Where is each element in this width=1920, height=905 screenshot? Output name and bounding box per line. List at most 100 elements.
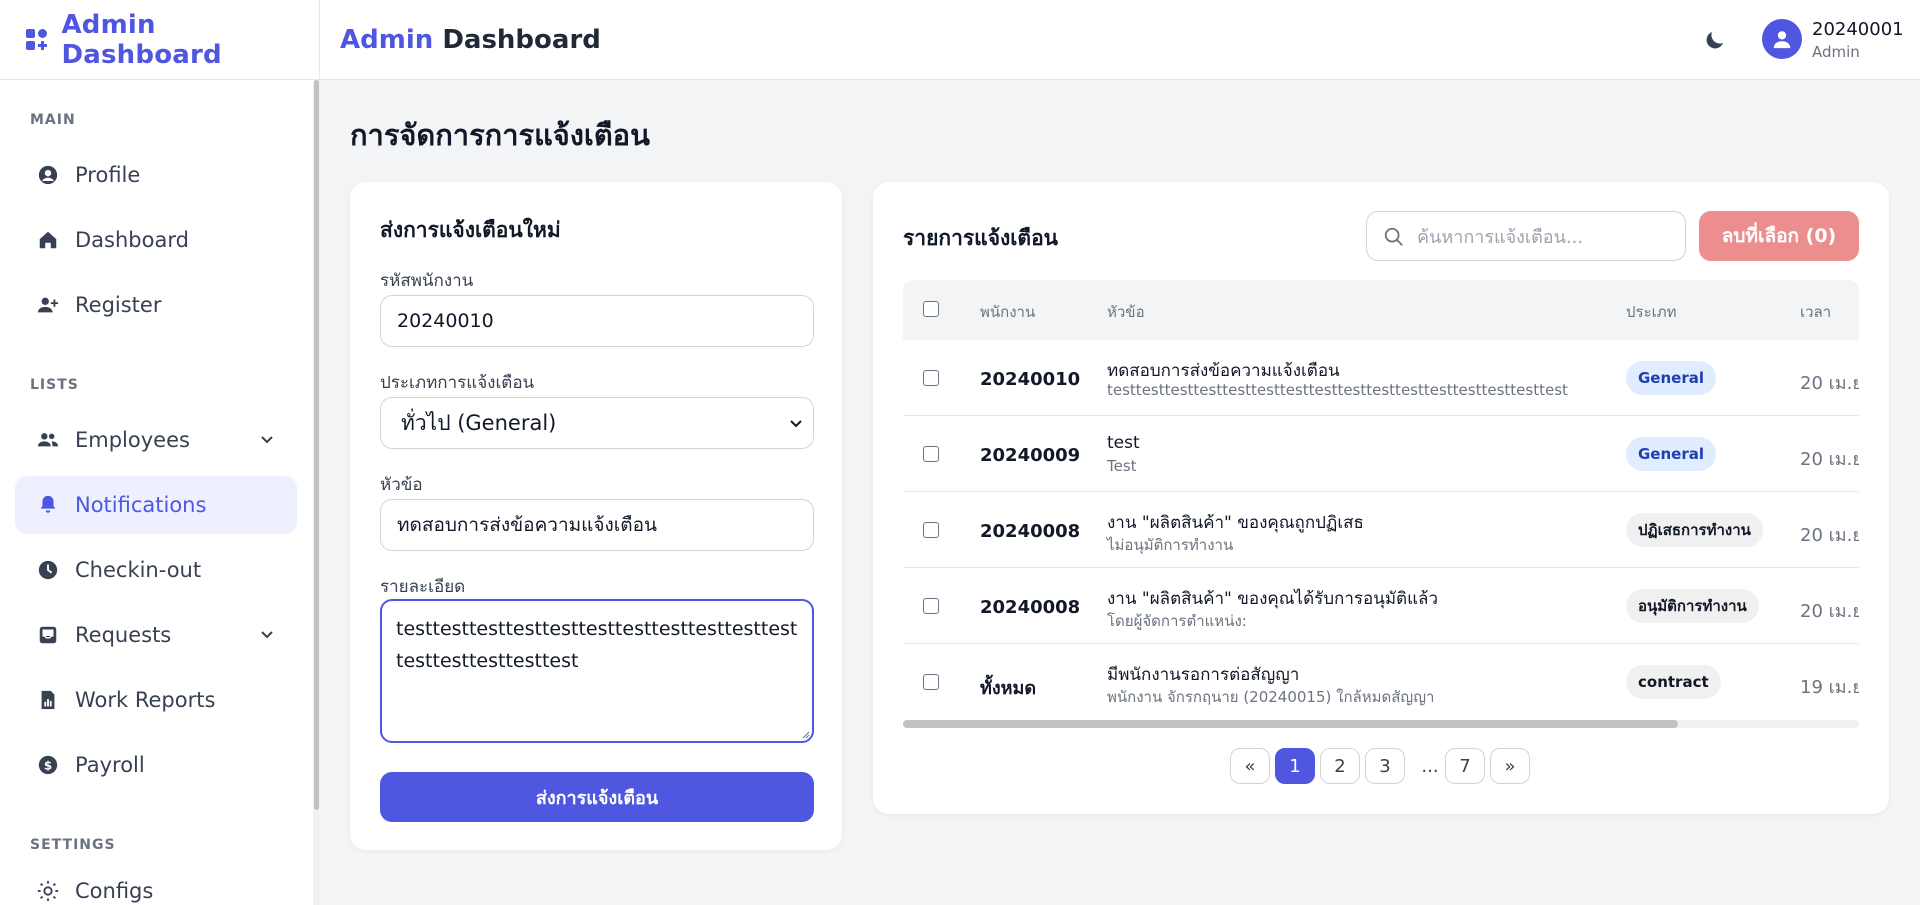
clock-icon xyxy=(37,559,59,581)
row-time: 20 เม.ย. xyxy=(1800,601,1859,622)
type-badge: ปฏิเสธการทำงาน xyxy=(1626,513,1763,547)
subject-input[interactable]: ทดสอบการส่งข้อความแจ้งเตือน xyxy=(380,499,814,551)
table-header: พนักงาน หัวข้อ ประเภท เวลา xyxy=(903,280,1859,340)
svg-text:$: $ xyxy=(44,759,52,773)
search-input[interactable]: ค้นหาการแจ้งเตือน... xyxy=(1366,211,1686,261)
row-employee: 20240008 xyxy=(980,521,1081,542)
dollar-icon: $ xyxy=(37,754,59,776)
sidebar-item-label: Notifications xyxy=(75,493,207,517)
notification-table: พนักงาน หัวข้อ ประเภท เวลา 20240010 ทดสอ… xyxy=(903,280,1859,710)
sidebar-item-register[interactable]: Register xyxy=(15,276,297,334)
type-badge: อนุมัติการทำงาน xyxy=(1626,589,1759,623)
sidebar-scrollbar[interactable] xyxy=(313,80,320,905)
sidebar-item-label: Requests xyxy=(75,623,172,647)
form-title: ส่งการแจ้งเตือนใหม่ xyxy=(380,218,561,242)
user-circle-icon xyxy=(37,164,59,186)
row-detail: โดยผู้จัดการตำแหน่ง: xyxy=(1107,612,1247,630)
sidebar-item-requests[interactable]: Requests xyxy=(15,606,297,664)
detail-textarea[interactable]: testtesttesttesttesttesttesttesttesttest… xyxy=(380,599,814,743)
row-checkbox[interactable] xyxy=(923,522,939,538)
scrollbar-thumb[interactable] xyxy=(314,80,319,810)
sidebar-item-work-reports[interactable]: Work Reports xyxy=(15,671,297,729)
column-header-type: ประเภท xyxy=(1626,303,1677,321)
inbox-icon xyxy=(37,624,59,646)
pagination-next-button[interactable]: » xyxy=(1490,748,1530,784)
home-icon xyxy=(37,229,59,251)
brand-title: Admin Dashboard xyxy=(61,9,222,70)
user-id: 20240001 xyxy=(1812,19,1904,40)
user-role: Admin xyxy=(1812,43,1860,61)
row-checkbox[interactable] xyxy=(923,370,939,386)
chevron-down-icon xyxy=(261,436,273,444)
row-employee: 20240009 xyxy=(980,445,1081,466)
notification-type-value: ทั่วไป (General) xyxy=(401,410,557,435)
notification-type-select[interactable]: ทั่วไป (General) xyxy=(380,397,814,449)
sidebar-item-profile[interactable]: Profile xyxy=(15,146,297,204)
row-detail: ไม่อนุมัติการทำงาน xyxy=(1107,536,1234,554)
row-checkbox[interactable] xyxy=(923,446,939,462)
avatar[interactable] xyxy=(1762,19,1802,59)
column-header-time: เวลา xyxy=(1800,303,1832,321)
pagination-page-2[interactable]: 2 xyxy=(1320,748,1360,784)
row-detail: testtesttesttesttesttesttesttesttesttest… xyxy=(1107,381,1568,399)
list-title: รายการแจ้งเตือน xyxy=(903,226,1059,250)
sidebar-item-label: Checkin-out xyxy=(75,558,202,582)
pagination-page-3[interactable]: 3 xyxy=(1365,748,1405,784)
table-horizontal-scrollbar[interactable] xyxy=(903,720,1859,728)
search-placeholder: ค้นหาการแจ้งเตือน... xyxy=(1417,226,1584,248)
chevron-down-icon xyxy=(790,420,802,428)
row-subject: ทดสอบการส่งข้อความแจ้งเตือน xyxy=(1107,361,1340,381)
employee-id-label: รหัสพนักงาน xyxy=(380,271,474,291)
row-employee: 20240008 xyxy=(980,597,1081,618)
resize-handle-icon[interactable] xyxy=(800,729,810,739)
table-row[interactable]: 20240009 test Test General 20 เม.ย. xyxy=(903,416,1859,492)
sidebar-item-label: Register xyxy=(75,293,162,317)
table-row[interactable]: 20240010 ทดสอบการส่งข้อความแจ้งเตือน tes… xyxy=(903,340,1859,416)
sidebar-item-label: Configs xyxy=(75,879,154,903)
send-notification-button[interactable]: ส่งการแจ้งเตือน xyxy=(380,772,814,822)
table-row[interactable]: 20240008 งาน "ผลิตสินค้า" ของคุณได้รับกา… xyxy=(903,568,1859,644)
user-plus-icon xyxy=(37,294,59,316)
users-icon xyxy=(37,429,59,451)
header-title-part2: Dashboard xyxy=(442,24,601,55)
pagination-prev-button[interactable]: « xyxy=(1230,748,1270,784)
detail-text: testtesttesttesttesttesttesttesttesttest… xyxy=(396,618,798,672)
employee-id-input[interactable]: 20240010 xyxy=(380,295,814,347)
row-employee: ทั้งหมด xyxy=(980,678,1037,699)
header-title-part1: Admin xyxy=(340,24,434,55)
scrollbar-thumb[interactable] xyxy=(903,720,1678,728)
detail-label: รายละเอียด xyxy=(380,577,466,597)
sidebar-item-label: Work Reports xyxy=(75,688,216,712)
notification-type-label: ประเภทการแจ้งเตือน xyxy=(380,373,535,393)
bell-icon xyxy=(37,494,59,516)
row-subject: มีพนักงานรอการต่อสัญญา xyxy=(1107,665,1300,685)
page-title: การจัดการการแจ้งเตือน xyxy=(350,118,650,152)
row-employee: 20240010 xyxy=(980,369,1081,390)
table-row[interactable]: 20240008 งาน "ผลิตสินค้า" ของคุณถูกปฏิเส… xyxy=(903,492,1859,568)
type-badge: General xyxy=(1626,361,1716,395)
sidebar-item-dashboard[interactable]: Dashboard xyxy=(15,211,297,269)
delete-selected-button[interactable]: ลบที่เลือก (0) xyxy=(1699,211,1859,261)
notification-list-card: รายการแจ้งเตือน ค้นหาการแจ้งเตือน... ลบท… xyxy=(873,182,1889,814)
user-icon xyxy=(1773,31,1791,49)
row-checkbox[interactable] xyxy=(923,674,939,690)
brand[interactable]: Admin Dashboard xyxy=(0,0,319,80)
row-checkbox[interactable] xyxy=(923,598,939,614)
moon-icon[interactable] xyxy=(1703,28,1727,52)
pagination-page-1[interactable]: 1 xyxy=(1275,748,1315,784)
sidebar-item-payroll[interactable]: $ Payroll xyxy=(15,736,297,794)
sidebar-item-configs[interactable]: Configs xyxy=(15,862,297,905)
search-icon xyxy=(1384,227,1403,246)
table-row[interactable]: ทั้งหมด มีพนักงานรอการต่อสัญญา พนักงาน จ… xyxy=(903,644,1859,710)
row-time: 20 เม.ย. xyxy=(1800,525,1859,546)
sidebar-item-notifications[interactable]: Notifications xyxy=(15,476,297,534)
pagination-page-last[interactable]: 7 xyxy=(1445,748,1485,784)
sidebar-item-employees[interactable]: Employees xyxy=(15,411,297,469)
select-all-checkbox[interactable] xyxy=(923,301,939,317)
subject-label: หัวข้อ xyxy=(380,475,423,495)
row-detail: Test xyxy=(1107,457,1137,475)
row-time: 20 เม.ย. xyxy=(1800,449,1859,470)
sidebar-item-checkin-out[interactable]: Checkin-out xyxy=(15,541,297,599)
sidebar-item-label: Employees xyxy=(75,428,190,452)
new-notification-card: ส่งการแจ้งเตือนใหม่ รหัสพนักงาน 20240010… xyxy=(350,182,842,850)
